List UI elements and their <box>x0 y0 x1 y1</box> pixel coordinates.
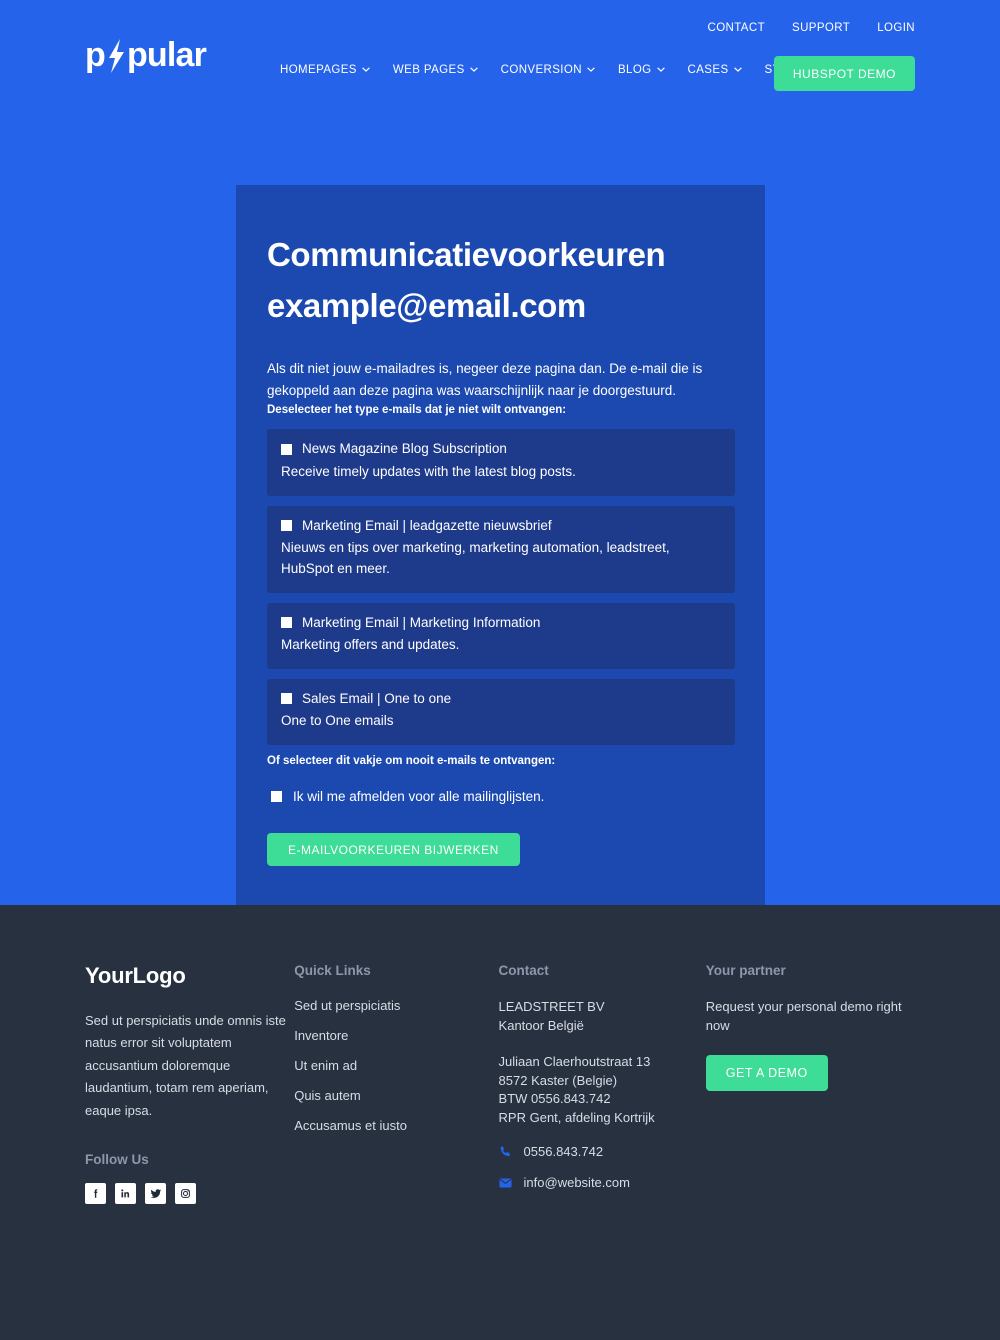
option-title: Sales Email | One to one <box>302 690 452 706</box>
footer-brand-text: Sed ut perspiciatis unde omnis iste natu… <box>85 1013 286 1118</box>
site-footer: YourLogo Sed ut perspiciatis unde omnis … <box>0 905 1000 1340</box>
footer-partner-column: Your partner Request your personal demo … <box>705 963 915 1204</box>
page-root: CONTACT SUPPORT LOGIN p pular HOMEPAGES … <box>0 0 1000 1340</box>
deselect-instruction: Deselecteer het type e-mails dat je niet… <box>267 404 567 417</box>
nav-item-conversion[interactable]: CONVERSION <box>501 64 595 76</box>
option-description: Receive timely updates with the latest b… <box>281 463 576 479</box>
unsubscribe-all-label: Ik wil me afmelden voor alle mailinglijs… <box>293 788 545 804</box>
option-description: One to One emails <box>281 712 394 728</box>
footer-quick-links-column: Quick Links Sed ut perspiciatis Inventor… <box>294 963 498 1204</box>
social-links <box>85 1183 294 1205</box>
option-checkbox[interactable] <box>281 520 292 532</box>
quick-link-item[interactable]: Ut enim ad <box>294 1058 498 1073</box>
partner-text: Request your personal demo right now <box>705 999 902 1033</box>
contact-phone-row[interactable]: 0556.843.742 <box>499 1144 706 1159</box>
get-a-demo-button[interactable]: GET A DEMO <box>705 1054 828 1091</box>
hero-section: Communicatievoorkeuren example@email.com… <box>0 110 1000 911</box>
contact-address-line4: RPR Gent, afdeling Kortrijk <box>498 1110 655 1126</box>
quick-link-item[interactable]: Quis autem <box>294 1088 498 1103</box>
chevron-down-icon <box>587 67 595 72</box>
unsubscribe-all-row[interactable]: Ik wil me afmelden voor alle mailinglijs… <box>267 789 735 805</box>
nav-label: HOMEPAGES <box>280 63 357 76</box>
option-checkbox[interactable] <box>281 444 292 456</box>
nav-item-homepages[interactable]: HOMEPAGES <box>280 64 370 76</box>
phone-icon <box>499 1145 513 1158</box>
contact-email-row[interactable]: info@website.com <box>499 1175 706 1190</box>
follow-us-title: Follow Us <box>85 1152 149 1168</box>
page-title: Communicatievoorkeuren example@email.com <box>267 229 735 331</box>
contact-company-line1: LEADSTREET BV <box>498 999 605 1014</box>
option-header: News Magazine Blog Subscription <box>281 441 721 457</box>
site-logo[interactable]: p pular <box>85 36 207 75</box>
preferences-card: Communicatievoorkeuren example@email.com… <box>236 185 765 911</box>
contact-address-line3: BTW 0556.843.742 <box>498 1091 611 1107</box>
mail-icon <box>499 1178 513 1188</box>
contact-address-line1: Juliaan Claerhoutstraat 13 <box>498 1053 651 1069</box>
contact-email: info@website.com <box>523 1175 630 1191</box>
intro-text: Als dit niet jouw e-mailadres is, negeer… <box>267 361 703 398</box>
utility-link-contact[interactable]: CONTACT <box>707 22 765 34</box>
unsubscribe-instruction: Of selecteer dit vakje om nooit e-mails … <box>267 754 556 767</box>
instagram-icon[interactable] <box>175 1183 196 1205</box>
nav-label: WEB PAGES <box>392 63 465 76</box>
option-header: Marketing Email | leadgazette nieuwsbrie… <box>281 518 721 534</box>
utility-link-login[interactable]: LOGIN <box>877 22 915 34</box>
hubspot-demo-button[interactable]: HUBSPOT DEMO <box>773 56 915 91</box>
footer-contact-column: Contact LEADSTREET BV Kantoor België Jul… <box>499 963 706 1204</box>
utility-link-support[interactable]: SUPPORT <box>792 22 850 34</box>
option-title: Marketing Email | leadgazette nieuwsbrie… <box>302 517 552 533</box>
nav-item-cases[interactable]: CASES <box>688 64 742 76</box>
lightning-bolt-icon <box>105 39 127 73</box>
subscription-options-list: News Magazine Blog Subscription Receive … <box>267 429 735 745</box>
chevron-down-icon <box>656 67 665 72</box>
quick-link-item[interactable]: Inventore <box>294 1028 498 1043</box>
nav-item-blog[interactable]: BLOG <box>618 64 665 76</box>
chevron-down-icon <box>469 67 478 72</box>
unsubscribe-all-checkbox[interactable] <box>271 791 282 803</box>
subscription-option-row[interactable]: Marketing Email | leadgazette nieuwsbrie… <box>267 505 735 593</box>
nav-label: CASES <box>687 63 729 76</box>
contact-phone: 0556.843.742 <box>523 1144 604 1160</box>
twitter-icon[interactable] <box>145 1183 166 1205</box>
option-title: Marketing Email | Marketing Information <box>302 614 541 630</box>
contact-address-line2: 8572 Kaster (Belgie) <box>498 1072 618 1088</box>
footer-brand-column: YourLogo Sed ut perspiciatis unde omnis … <box>85 963 294 1205</box>
facebook-icon[interactable] <box>85 1183 106 1205</box>
contact-title: Contact <box>498 963 549 978</box>
nav-label: CONVERSION <box>500 63 582 76</box>
nav-item-web-pages[interactable]: WEB PAGES <box>393 64 478 76</box>
option-checkbox[interactable] <box>281 693 292 705</box>
site-header: CONTACT SUPPORT LOGIN p pular HOMEPAGES … <box>0 0 1000 110</box>
logo-text-before: p <box>85 36 106 74</box>
linkedin-icon[interactable] <box>115 1183 136 1205</box>
quick-links-title: Quick Links <box>294 963 371 978</box>
subscription-option-row[interactable]: News Magazine Blog Subscription Receive … <box>267 429 735 496</box>
quick-link-item[interactable]: Sed ut perspiciatis <box>294 998 498 1013</box>
option-header: Marketing Email | Marketing Information <box>281 615 721 631</box>
option-description: Marketing offers and updates. <box>281 636 460 652</box>
contact-company-line2: Kantoor België <box>498 1017 584 1033</box>
chevron-down-icon <box>362 67 370 72</box>
logo-text-after: pular <box>126 36 207 74</box>
chevron-down-icon <box>733 67 742 72</box>
utility-nav: CONTACT SUPPORT LOGIN <box>707 22 915 34</box>
footer-logo: YourLogo <box>85 963 186 988</box>
option-description: Nieuws en tips over marketing, marketing… <box>281 539 670 576</box>
page-title-text: Communicatievoorkeuren <box>267 236 666 273</box>
update-preferences-button[interactable]: E-MAILVOORKEUREN BIJWERKEN <box>267 833 520 867</box>
footer-columns: YourLogo Sed ut perspiciatis unde omnis … <box>85 905 915 1205</box>
subscription-option-row[interactable]: Sales Email | One to one One to One emai… <box>267 678 735 745</box>
partner-title: Your partner <box>705 963 786 978</box>
quick-link-item[interactable]: Accusamus et iusto <box>294 1118 498 1133</box>
nav-label: BLOG <box>617 63 652 76</box>
subscription-option-row[interactable]: Marketing Email | Marketing Information … <box>267 602 735 669</box>
page-title-email: example@email.com <box>267 287 586 325</box>
option-title: News Magazine Blog Subscription <box>302 441 507 457</box>
option-header: Sales Email | One to one <box>281 691 721 707</box>
option-checkbox[interactable] <box>281 617 292 629</box>
